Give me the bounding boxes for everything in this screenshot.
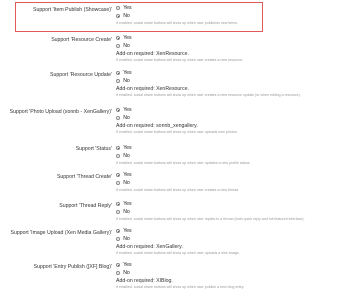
- setting-label: Support 'Item Publish (Showcase)': [33, 7, 112, 13]
- setting-row-image-upload: Support 'Image Upload (Xen Media Gallery…: [0, 227, 340, 263]
- radio-option-no[interactable]: No: [116, 77, 336, 85]
- setting-hint: If enabled, social share buttons will sh…: [116, 251, 240, 255]
- radio-option-no[interactable]: No: [116, 12, 336, 20]
- radio-option-yes[interactable]: Yes: [116, 69, 336, 77]
- setting-row-thread-create: Support 'Thread Create' Yes No If enable…: [0, 171, 340, 198]
- radio-option-yes[interactable]: Yes: [116, 106, 336, 114]
- radio-button[interactable]: [116, 5, 121, 11]
- addon-required: Add-on required: XenGallery.: [116, 244, 183, 250]
- setting-label: Support 'Resource Create': [51, 37, 112, 43]
- radio-label: No: [123, 43, 130, 49]
- radio-label: No: [123, 180, 130, 186]
- radio-button-selected[interactable]: [116, 145, 121, 151]
- radio-button-selected[interactable]: [116, 107, 121, 113]
- radio-option-yes[interactable]: Yes: [116, 200, 336, 208]
- setting-hint: If enabled, social share buttons will sh…: [116, 130, 238, 134]
- radio-option-yes[interactable]: Yes: [116, 144, 336, 152]
- setting-hint: If enabled, social share buttons will sh…: [116, 58, 244, 62]
- radio-label: Yes: [123, 35, 132, 41]
- setting-hint: If enabled, social share buttons will sh…: [116, 21, 239, 25]
- radio-option-yes[interactable]: Yes: [116, 34, 336, 42]
- radio-button[interactable]: [116, 43, 121, 49]
- setting-hint: If enabled, social share buttons will sh…: [116, 188, 240, 192]
- radio-button-selected[interactable]: [116, 262, 121, 268]
- radio-button-selected[interactable]: [116, 35, 121, 41]
- radio-label: Yes: [123, 201, 132, 207]
- setting-label: Support 'Resource Update': [50, 72, 112, 78]
- radio-option-no[interactable]: No: [116, 269, 336, 277]
- setting-hint: If enabled, social share buttons will sh…: [116, 285, 245, 289]
- radio-button-selected[interactable]: [116, 70, 121, 76]
- setting-row-resource-create: Support 'Resource Create' Yes No Add-on …: [0, 34, 340, 68]
- radio-option-yes[interactable]: Yes: [116, 171, 336, 179]
- radio-label: Yes: [123, 228, 132, 234]
- radio-group: Yes No Add-on required: XenResource. If …: [116, 34, 336, 62]
- radio-label: No: [123, 270, 130, 276]
- addon-required: Add-on required: XIBlog.: [116, 278, 173, 284]
- radio-label: No: [123, 13, 130, 19]
- radio-label: Yes: [123, 5, 132, 11]
- radio-label: Yes: [123, 262, 132, 268]
- radio-label: No: [123, 236, 130, 242]
- radio-option-yes[interactable]: Yes: [116, 261, 336, 269]
- radio-label: No: [123, 209, 130, 215]
- setting-row-entry-publish: Support 'Entry Publish ([XF] Blog)' Yes …: [0, 261, 340, 297]
- setting-row-status: Support 'Status' Yes No If enabled, soci…: [0, 144, 340, 170]
- radio-group: Yes No If enabled, social share buttons …: [116, 4, 336, 25]
- radio-button-selected[interactable]: [116, 13, 121, 19]
- radio-option-no[interactable]: No: [116, 42, 336, 50]
- radio-option-yes[interactable]: Yes: [116, 4, 336, 12]
- radio-label: No: [123, 115, 130, 121]
- radio-button-selected[interactable]: [116, 201, 121, 207]
- radio-group: Yes No Add-on required: XenResource. If …: [116, 69, 336, 97]
- radio-option-no[interactable]: No: [116, 114, 336, 122]
- radio-option-no[interactable]: No: [116, 208, 336, 216]
- addon-required: Add-on required: sonnb_xengallery.: [116, 123, 198, 129]
- setting-label: Support 'Thread Reply': [59, 203, 112, 209]
- options-panel: Support 'Item Publish (Showcase)' Yes No…: [0, 0, 340, 300]
- addon-required: Add-on required: XenResource.: [116, 51, 189, 57]
- radio-label: Yes: [123, 70, 132, 76]
- setting-row-item-publish: Support 'Item Publish (Showcase)' Yes No…: [0, 3, 340, 33]
- setting-row-photo-upload: Support 'Photo Upload (sonnb - XenGaller…: [0, 106, 340, 142]
- radio-button-selected[interactable]: [116, 172, 121, 178]
- setting-hint: If enabled, social share buttons will sh…: [116, 161, 251, 165]
- radio-button[interactable]: [116, 209, 121, 215]
- radio-option-no[interactable]: No: [116, 152, 336, 160]
- setting-label: Support 'Status': [75, 146, 112, 152]
- radio-button[interactable]: [116, 236, 121, 242]
- setting-hint: If enabled, social share buttons will sh…: [116, 93, 301, 97]
- radio-button[interactable]: [116, 180, 121, 186]
- radio-button[interactable]: [116, 270, 121, 276]
- setting-row-resource-update: Support 'Resource Update' Yes No Add-on …: [0, 69, 340, 105]
- setting-label: Support 'Image Upload (Xen Media Gallery…: [10, 230, 112, 236]
- radio-group: Yes No If enabled, social share buttons …: [116, 200, 336, 221]
- radio-group: Yes No If enabled, social share buttons …: [116, 171, 336, 192]
- setting-label: Support 'Entry Publish ([XF] Blog)': [33, 264, 112, 270]
- radio-group: Yes No Add-on required: XenGallery. If e…: [116, 227, 336, 255]
- setting-label: Support 'Thread Create': [56, 174, 112, 180]
- radio-label: Yes: [123, 107, 132, 113]
- radio-button[interactable]: [116, 78, 121, 84]
- radio-label: Yes: [123, 172, 132, 178]
- radio-label: No: [123, 153, 130, 159]
- setting-label: Support 'Photo Upload (sonnb - XenGaller…: [9, 109, 112, 115]
- radio-button[interactable]: [116, 153, 121, 159]
- radio-label: No: [123, 78, 130, 84]
- radio-button[interactable]: [116, 115, 121, 121]
- setting-hint: If enabled, social share buttons will sh…: [116, 217, 305, 221]
- radio-option-no[interactable]: No: [116, 179, 336, 187]
- radio-option-no[interactable]: No: [116, 235, 336, 243]
- radio-group: Yes No Add-on required: sonnb_xengallery…: [116, 106, 336, 134]
- radio-group: Yes No If enabled, social share buttons …: [116, 144, 336, 165]
- addon-required: Add-on required: XenResource.: [116, 86, 189, 92]
- radio-option-yes[interactable]: Yes: [116, 227, 336, 235]
- radio-button-selected[interactable]: [116, 228, 121, 234]
- setting-row-thread-reply: Support 'Thread Reply' Yes No If enabled…: [0, 200, 340, 227]
- radio-label: Yes: [123, 145, 132, 151]
- radio-group: Yes No Add-on required: XIBlog. If enabl…: [116, 261, 336, 289]
